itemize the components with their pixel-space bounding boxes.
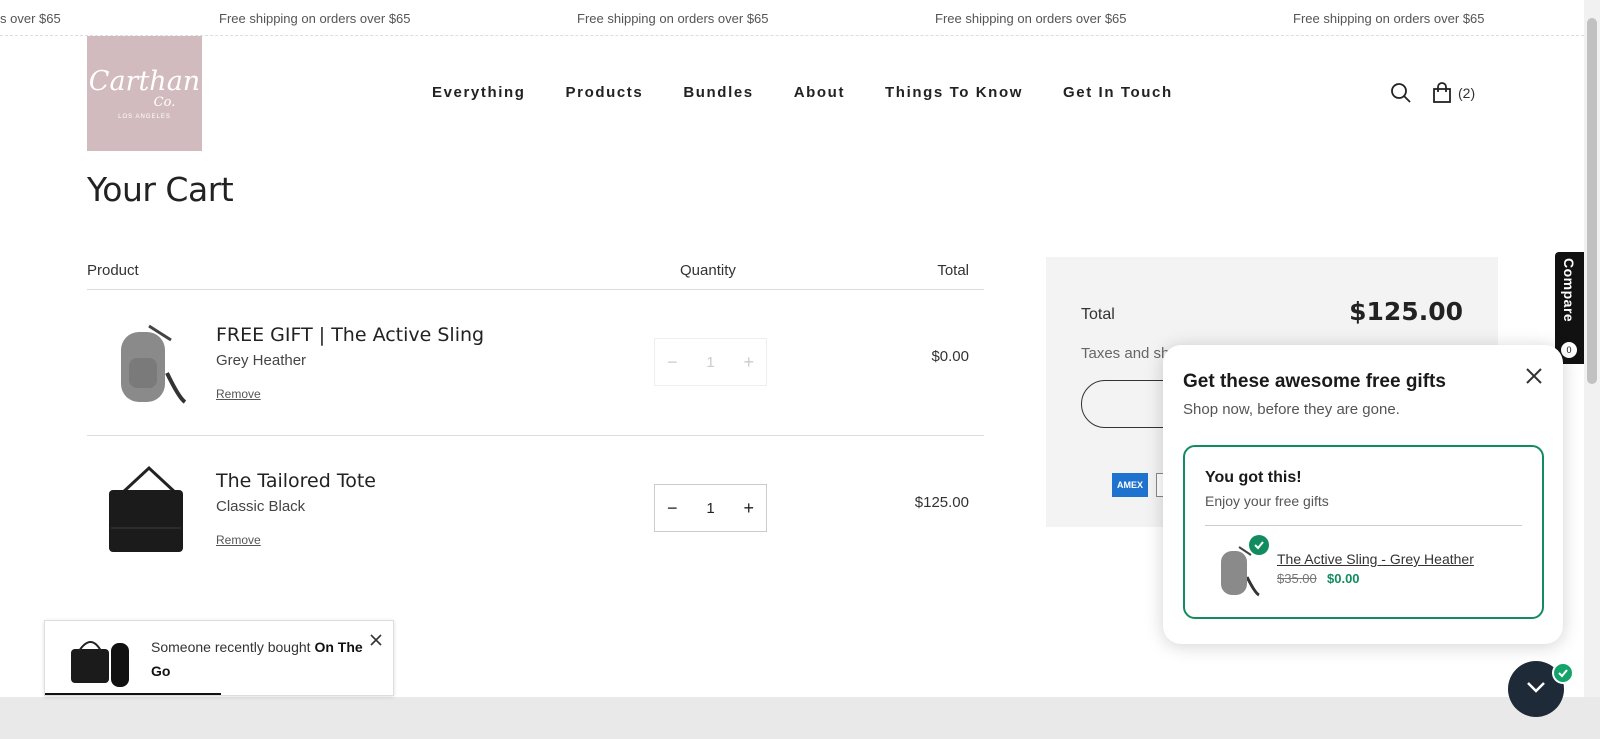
close-icon[interactable] bbox=[1525, 367, 1543, 390]
cart-table-header: Product Quantity Total bbox=[87, 260, 984, 290]
line-total: $0.00 bbox=[931, 348, 969, 365]
main-nav: Everything Products Bundles About Things… bbox=[432, 84, 1173, 101]
announcement-text: Free shipping on orders over $65 bbox=[1293, 11, 1485, 26]
quantity-stepper: − 1 + bbox=[654, 338, 767, 386]
chevron-down-icon bbox=[1525, 680, 1547, 699]
decrease-button: − bbox=[667, 351, 678, 372]
product-image-tote[interactable] bbox=[99, 464, 193, 558]
gift-card: You got this! Enjoy your free gifts The … bbox=[1183, 445, 1544, 619]
logo-co: Co. bbox=[153, 94, 176, 110]
product-image-sling[interactable] bbox=[99, 318, 193, 412]
tax-note: Taxes and sh bbox=[1081, 345, 1170, 362]
nav-everything[interactable]: Everything bbox=[432, 84, 526, 101]
remove-link[interactable]: Remove bbox=[216, 533, 261, 547]
header-product: Product bbox=[87, 262, 139, 279]
nav-products[interactable]: Products bbox=[566, 84, 644, 101]
header-total: Total bbox=[937, 262, 969, 279]
divider bbox=[1205, 525, 1522, 526]
cart-row: FREE GIFT | The Active Sling Grey Heathe… bbox=[87, 290, 984, 436]
free-gifts-popup: Get these awesome free gifts Shop now, b… bbox=[1163, 345, 1563, 644]
toast-progress-bar bbox=[45, 693, 221, 695]
line-total: $125.00 bbox=[914, 494, 969, 511]
announcement-text: Free shipping on orders over $65 bbox=[935, 11, 1127, 26]
decrease-button[interactable]: − bbox=[667, 498, 678, 519]
product-variant: Classic Black bbox=[216, 498, 306, 515]
site-logo[interactable]: Carthan Co. LOS ANGELES bbox=[87, 36, 202, 151]
close-icon[interactable] bbox=[369, 633, 383, 652]
compare-count: 0 bbox=[1561, 342, 1577, 358]
product-name[interactable]: FREE GIFT | The Active Sling bbox=[216, 324, 484, 346]
gifts-title: Get these awesome free gifts bbox=[1183, 371, 1446, 392]
total-value: $125.00 bbox=[1349, 297, 1463, 326]
increase-button: + bbox=[743, 351, 754, 372]
toast-product-image bbox=[71, 641, 129, 687]
nav-get-in-touch[interactable]: Get In Touch bbox=[1063, 84, 1173, 101]
quantity-stepper: − 1 + bbox=[654, 484, 767, 532]
announcement-text: Free shipping on orders over $65 bbox=[577, 11, 769, 26]
scrollbar[interactable] bbox=[1584, 0, 1600, 697]
shopping-bag-icon bbox=[1432, 82, 1452, 104]
quantity-value[interactable]: 1 bbox=[706, 500, 714, 517]
product-variant: Grey Heather bbox=[216, 352, 307, 369]
gift-card-title: You got this! bbox=[1205, 469, 1302, 486]
logo-tagline: LOS ANGELES bbox=[118, 113, 171, 120]
nav-bundles[interactable]: Bundles bbox=[683, 84, 753, 101]
check-icon bbox=[1552, 662, 1574, 684]
compare-label: Compare bbox=[1561, 258, 1577, 323]
toast-text: Someone recently bought On The Go bbox=[151, 635, 371, 683]
gifts-subtitle: Shop now, before they are gone. bbox=[1183, 401, 1400, 418]
cart-row: The Tailored Tote Classic Black Remove −… bbox=[87, 436, 984, 582]
nav-about[interactable]: About bbox=[794, 84, 845, 101]
page-title: Your Cart bbox=[87, 170, 234, 209]
amex-icon: AMEX bbox=[1112, 473, 1148, 497]
cart-button[interactable]: (2) bbox=[1432, 82, 1475, 104]
scrollbar-thumb[interactable] bbox=[1587, 18, 1597, 384]
footer-band bbox=[0, 697, 1600, 739]
search-icon[interactable] bbox=[1390, 82, 1412, 104]
gift-new-price: $0.00 bbox=[1327, 571, 1360, 586]
gift-card-subtitle: Enjoy your free gifts bbox=[1205, 493, 1329, 509]
gift-old-price: $35.00 bbox=[1277, 571, 1317, 586]
check-icon bbox=[1249, 535, 1269, 555]
compare-tab[interactable]: Compare 0 bbox=[1555, 252, 1584, 364]
total-label: Total bbox=[1081, 306, 1115, 323]
logo-script: Carthan bbox=[88, 65, 201, 97]
header-quantity: Quantity bbox=[680, 262, 736, 279]
announcement-text: Free shipping on orders over $65 bbox=[219, 11, 411, 26]
gift-item-link[interactable]: The Active Sling - Grey Heather bbox=[1277, 551, 1474, 567]
remove-link[interactable]: Remove bbox=[216, 387, 261, 401]
recent-purchase-toast[interactable]: Someone recently bought On The Go bbox=[44, 620, 394, 696]
announcement-text: s over $65 bbox=[0, 11, 61, 26]
quantity-value: 1 bbox=[706, 353, 715, 371]
toast-message: Someone recently bought bbox=[151, 639, 315, 655]
cart-count: (2) bbox=[1458, 85, 1476, 101]
header-icons: (2) bbox=[1390, 82, 1475, 104]
product-name[interactable]: The Tailored Tote bbox=[216, 470, 376, 492]
announcement-bar: s over $65 Free shipping on orders over … bbox=[0, 0, 1584, 36]
nav-things-to-know[interactable]: Things To Know bbox=[885, 84, 1023, 101]
increase-button[interactable]: + bbox=[743, 498, 754, 519]
